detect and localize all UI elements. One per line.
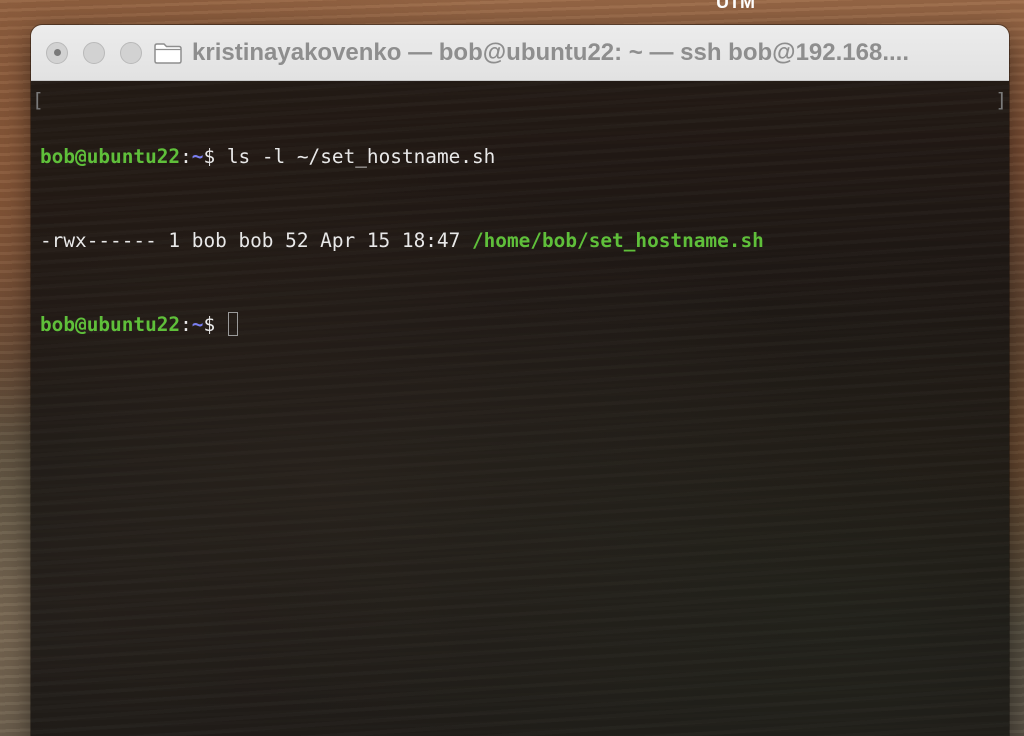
prompt-cwd: ~ — [191, 313, 204, 336]
terminal-view[interactable]: [ ] bob@ubuntu22:~$ ls -l ~/set_hostname… — [31, 81, 1009, 736]
terminal-line-1: bob@ubuntu22:~$ ls -l ~/set_hostname.sh — [40, 143, 1009, 171]
terminal-line-2: -rwx------ 1 bob bob 52 Apr 15 18:47 /ho… — [40, 227, 1009, 255]
prompt-symbol: $ — [203, 313, 227, 336]
terminal-window[interactable]: kristinayakovenko — bob@ubuntu22: ~ — ss… — [31, 25, 1009, 736]
prompt-colon: : — [180, 145, 192, 168]
prompt-user-host: bob@ubuntu22 — [40, 145, 181, 168]
window-title-group: kristinayakovenko — bob@ubuntu22: ~ — ss… — [154, 39, 909, 67]
folder-icon — [154, 42, 182, 64]
title-bar[interactable]: kristinayakovenko — bob@ubuntu22: ~ — ss… — [31, 25, 1009, 81]
terminal-output[interactable]: bob@ubuntu22:~$ ls -l ~/set_hostname.sh … — [31, 81, 1009, 395]
zoom-button[interactable] — [120, 41, 142, 64]
prompt-user-host: bob@ubuntu22 — [40, 313, 181, 336]
close-dot-icon — [53, 49, 61, 56]
traffic-lights — [46, 41, 142, 64]
menubar-fragment: UTM — [716, 0, 755, 12]
file-listing: -rwx------ 1 bob bob 52 Apr 15 18:47 — [40, 229, 472, 252]
window-title: kristinayakovenko — bob@ubuntu22: ~ — ss… — [192, 38, 909, 66]
close-button[interactable] — [46, 41, 68, 64]
text-cursor — [227, 312, 238, 336]
prompt-colon: : — [180, 313, 192, 336]
prompt-symbol: $ — [203, 145, 227, 168]
command-text: ls -l ~/set_hostname.sh — [226, 145, 496, 168]
minimize-button[interactable] — [83, 41, 105, 64]
file-path: /home/bob/set_hostname.sh — [471, 229, 764, 252]
prompt-cwd: ~ — [191, 145, 204, 168]
terminal-line-3: bob@ubuntu22:~$ — [40, 311, 1009, 339]
